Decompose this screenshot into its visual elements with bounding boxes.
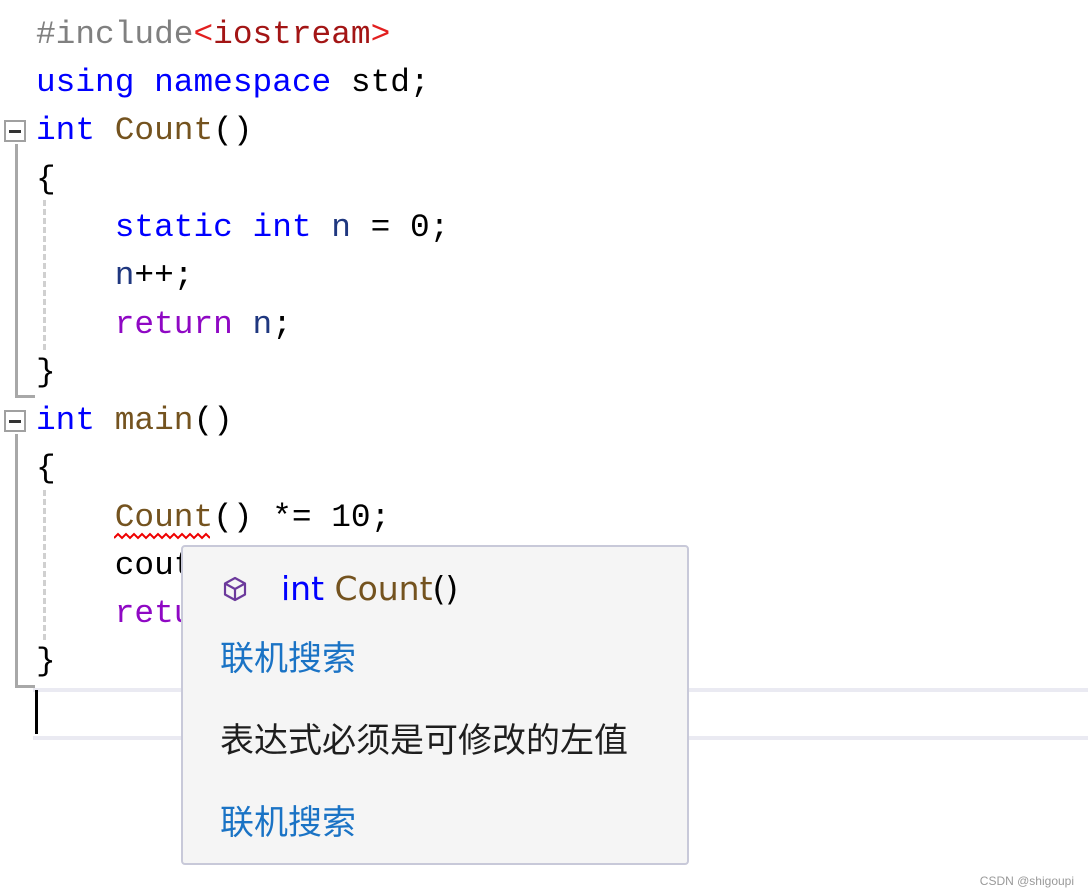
code-line-11: Count() *= 10; [114, 499, 391, 536]
quick-info-tooltip: int Count() 联机搜索 表达式必须是可修改的左值 联机搜索 [181, 545, 689, 865]
collapse-toggle-icon[interactable] [4, 120, 26, 142]
fold-line [15, 144, 18, 398]
code-line-5: static int n = 0; [114, 209, 450, 246]
fold-line-end [15, 395, 35, 398]
code-line-7: return n; [114, 306, 292, 343]
collapse-toggle-icon[interactable] [4, 410, 26, 432]
code-line-4: { [36, 161, 56, 198]
code-line-10: { [36, 450, 56, 487]
cube-icon [223, 576, 247, 602]
fold-line [15, 434, 18, 688]
code-line-8: } [36, 354, 56, 391]
code-line-3: int Count() [36, 112, 253, 149]
fold-line-end [15, 685, 35, 688]
online-search-link[interactable]: 联机搜索 [220, 795, 356, 844]
code-line-12: cout [114, 547, 194, 584]
indent-guide [43, 490, 46, 640]
code-line-1: #include<iostream> [36, 16, 391, 53]
code-line-2: using namespace std; [36, 64, 430, 101]
indent-guide [43, 200, 46, 350]
code-line-9: int main() [36, 402, 233, 439]
code-line-6: n++; [114, 257, 194, 294]
text-caret [35, 690, 38, 734]
online-search-link[interactable]: 联机搜索 [220, 631, 356, 680]
watermark: CSDN @shigoupi [979, 874, 1074, 888]
error-squiggle[interactable] [114, 532, 210, 540]
code-line-14: } [36, 643, 56, 680]
code-line-13: retu [114, 595, 194, 632]
function-signature: int Count() [281, 569, 459, 608]
error-message: 表达式必须是可修改的左值 [220, 721, 628, 761]
